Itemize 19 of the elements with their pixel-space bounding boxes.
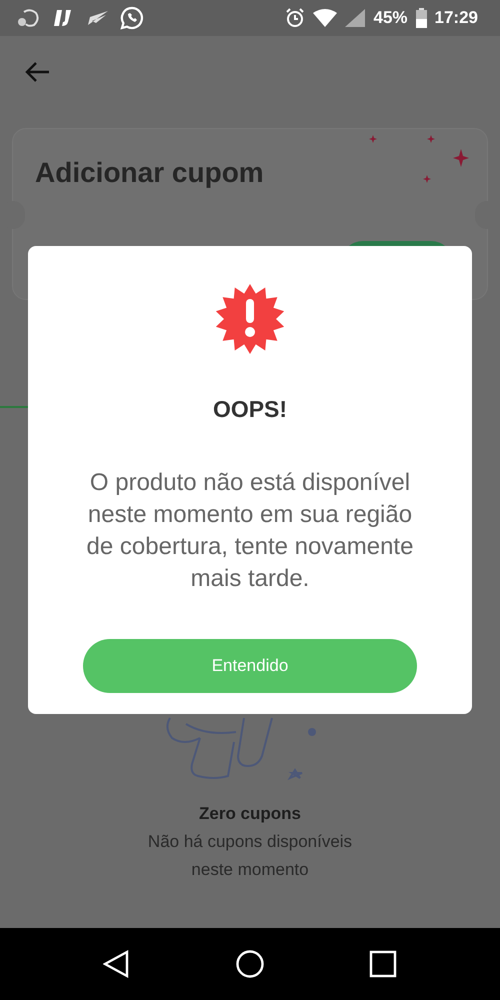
battery-icon [416, 8, 427, 28]
clock-time: 17:29 [434, 8, 478, 28]
back-arrow-icon[interactable] [24, 61, 50, 83]
dialog-message: O produto não está disponível neste momento em sua região de cobertura, tente novamente mais tarde. [86, 468, 414, 594]
empty-title: Zero cupons [198, 804, 302, 824]
alarm-icon [285, 8, 306, 28]
dialog-title: OOPS! [212, 396, 288, 423]
back-icon[interactable] [102, 950, 131, 978]
recents-icon[interactable] [369, 950, 398, 978]
alert-badge-icon [215, 284, 285, 354]
paper-plane-icon [88, 11, 108, 25]
home-icon[interactable] [236, 950, 264, 978]
chat-icon [120, 6, 144, 30]
wifi-icon [313, 9, 338, 27]
understood-button[interactable]: Entendido [83, 639, 417, 693]
battery-percent: 45% [373, 8, 408, 28]
page-title: Adicionar cupom [35, 157, 264, 189]
empty-message: Não há cupons disponíveis neste momento [146, 831, 354, 881]
signal-icon [345, 9, 366, 27]
